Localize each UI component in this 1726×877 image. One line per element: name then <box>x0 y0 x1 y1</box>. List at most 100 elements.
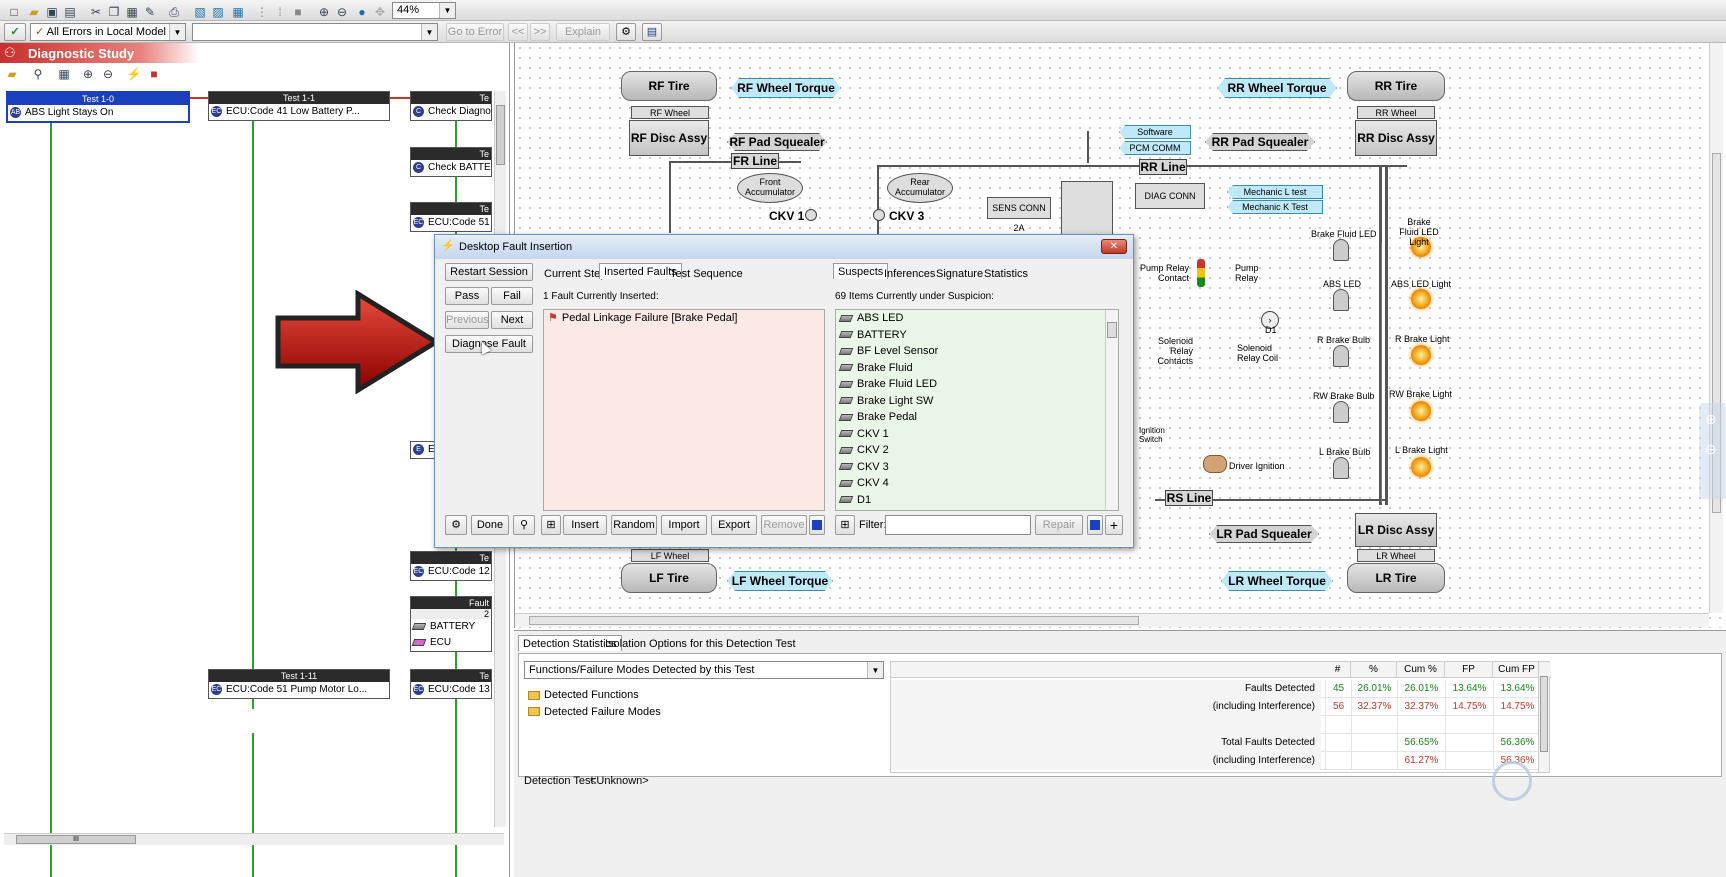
test-node[interactable]: Test 1-0 AB ABS Light Stays On <box>6 91 190 123</box>
mechanic-k-test-port[interactable]: Mechanic K Test <box>1227 200 1323 214</box>
import-button[interactable]: Import <box>661 515 707 535</box>
forward-button[interactable]: >> <box>530 23 550 41</box>
rf-wheel-torque[interactable]: RF Wheel Torque <box>731 78 841 98</box>
settings-gear-button[interactable]: ⚙ <box>445 515 467 535</box>
lr-tire[interactable]: LR Tire <box>1347 563 1445 593</box>
rf-pad-squealer[interactable]: RF Pad Squealer <box>727 133 827 151</box>
tab-test-sequence[interactable]: Test Sequence <box>665 265 748 281</box>
globe-icon[interactable]: ● <box>354 4 370 20</box>
pass-button[interactable]: Pass <box>445 287 489 305</box>
explain-button[interactable]: Explain <box>556 23 610 41</box>
new-file-icon[interactable]: □ <box>6 4 22 20</box>
zoom-in-icon[interactable]: ⊕ <box>80 66 96 82</box>
inserted-faults-list[interactable]: ⚑ Pedal Linkage Failure [Brake Pedal] <box>543 309 825 511</box>
l-brake-bulb[interactable] <box>1333 457 1349 479</box>
r-brake-bulb[interactable] <box>1333 345 1349 367</box>
suspect-item[interactable]: ABS LED <box>836 310 1118 327</box>
tree-item[interactable]: Detected Functions <box>524 687 884 704</box>
done-button[interactable]: Done <box>471 515 509 535</box>
zoom-out-icon[interactable]: ⊖ <box>334 4 350 20</box>
view-table-icon[interactable]: ▦ <box>230 4 246 20</box>
inserted-fault-item[interactable]: ⚑ Pedal Linkage Failure [Brake Pedal] <box>544 310 824 327</box>
export-button[interactable]: Export <box>711 515 757 535</box>
canvas-horizontal-scrollbar[interactable] <box>515 613 1709 627</box>
sens-conn-2a[interactable]: SENS CONN 2A <box>987 197 1051 233</box>
abs-led-light-icon[interactable] <box>1411 289 1431 309</box>
stop-icon[interactable]: ■ <box>290 4 306 20</box>
settings-gear-button[interactable]: ⚙ <box>616 23 636 41</box>
random-button[interactable]: Random <box>611 515 657 535</box>
test-node[interactable]: Te CCheck Diagnosi <box>410 91 492 121</box>
print-icon[interactable]: ⎙ <box>166 4 182 20</box>
lr-wheel-torque[interactable]: LR Wheel Torque <box>1221 571 1333 591</box>
mechanic-l-test-port[interactable]: Mechanic L test <box>1227 185 1323 199</box>
suspect-item[interactable]: BATTERY <box>836 327 1118 344</box>
lf-wheel-torque[interactable]: LF Wheel Torque <box>727 571 833 591</box>
folder-icon[interactable]: ▰ <box>4 66 20 82</box>
test-node[interactable]: Te C Check BATTER <box>410 147 492 177</box>
fault-alert-icon[interactable]: ■ <box>146 66 162 82</box>
rr-pad-squealer[interactable]: RR Pad Squealer <box>1205 133 1315 151</box>
report-button[interactable]: ▤ <box>642 23 662 41</box>
back-button[interactable]: << <box>508 23 528 41</box>
suspect-item[interactable]: D1 <box>836 492 1118 509</box>
error-list-select[interactable]: ▼ <box>192 23 438 41</box>
lf-tire[interactable]: LF Tire <box>621 563 717 593</box>
front-accumulator[interactable]: Front Accumulator <box>737 173 803 203</box>
suspect-item[interactable]: CKV 4 <box>836 475 1118 492</box>
r-brake-light-icon[interactable] <box>1411 345 1431 365</box>
software-port[interactable]: Software <box>1119 125 1191 139</box>
rs-line[interactable]: RS Line <box>1165 490 1213 506</box>
rr-disc-assy[interactable]: RR Disc Assy <box>1355 120 1437 156</box>
driver-hand-icon[interactable] <box>1203 455 1227 473</box>
save-icon[interactable]: ▣ <box>44 4 60 20</box>
color-button[interactable] <box>1087 515 1103 535</box>
zoom-overlay[interactable]: ⊕ ⊖ <box>1699 403 1726 499</box>
rr-tire[interactable]: RR Tire <box>1347 71 1445 101</box>
scroll-thumb[interactable] <box>1540 676 1548 752</box>
goto-error-button[interactable]: Go to Error <box>446 23 504 41</box>
zoom-out-icon[interactable]: ⊖ <box>1705 441 1717 458</box>
tree-item[interactable]: Detected Failure Modes <box>524 704 884 721</box>
lr-disc-assy[interactable]: LR Disc Assy <box>1355 513 1437 547</box>
test-node[interactable]: Te ECECU:Code 12 S <box>410 551 492 581</box>
canvas-vertical-scrollbar[interactable] <box>1709 43 1723 613</box>
ecu-block[interactable] <box>1061 181 1113 241</box>
suspect-item[interactable]: Brake Pedal <box>836 409 1118 426</box>
view-tree-icon[interactable]: ▨ <box>210 4 226 20</box>
rf-tire[interactable]: RF Tire <box>621 71 717 101</box>
search-button[interactable]: ⚲ <box>513 515 535 535</box>
cut-icon[interactable]: ✂ <box>88 4 104 20</box>
zoom-in-icon[interactable]: ⊕ <box>316 4 332 20</box>
zoom-in-icon[interactable]: ⊕ <box>1705 411 1717 428</box>
previous-button[interactable]: Previous <box>445 311 489 329</box>
lf-wheel[interactable]: LF Wheel <box>631 549 709 562</box>
l-brake-light-icon[interactable] <box>1411 457 1431 477</box>
next-button[interactable]: Next <box>491 311 533 329</box>
copy-icon[interactable]: ❐ <box>106 4 122 20</box>
scroll-thumb[interactable] <box>1107 322 1117 338</box>
zoom-select[interactable]: 44% ▼ <box>392 2 456 19</box>
rw-brake-light-icon[interactable] <box>1411 401 1431 421</box>
rf-disc-assy[interactable]: RF Disc Assy <box>629 120 709 156</box>
fault-node[interactable]: Fault 2 BATTERY ECU <box>410 596 492 652</box>
relay-stack-icon[interactable] <box>1197 259 1205 287</box>
rr-line[interactable]: RR Line <box>1139 159 1187 175</box>
ckv1-valve-icon[interactable] <box>805 209 817 221</box>
add-button[interactable]: + <box>1105 515 1123 535</box>
tab-statistics[interactable]: Statistics <box>979 265 1033 281</box>
scroll-thumb[interactable] <box>529 616 1139 625</box>
error-filter-select[interactable]: ✓ All Errors in Local Model ▼ <box>30 23 186 41</box>
zoom-out-icon[interactable]: ⊖ <box>100 66 116 82</box>
color-button[interactable] <box>809 515 825 535</box>
rear-accumulator[interactable]: Rear Accumulator <box>887 173 953 203</box>
remove-button[interactable]: Remove <box>761 515 807 535</box>
pan-icon[interactable]: ✥ <box>372 4 388 20</box>
brake-fluid-led[interactable] <box>1333 239 1349 261</box>
format-brush-icon[interactable]: ✎ <box>142 4 158 20</box>
lr-wheel[interactable]: LR Wheel <box>1357 549 1435 562</box>
table-view-icon[interactable]: ▦ <box>56 66 72 82</box>
fault-insert-icon[interactable]: ⚡ <box>126 66 142 82</box>
insert-button[interactable]: Insert <box>563 515 607 535</box>
save-all-icon[interactable]: ▤ <box>62 4 78 20</box>
